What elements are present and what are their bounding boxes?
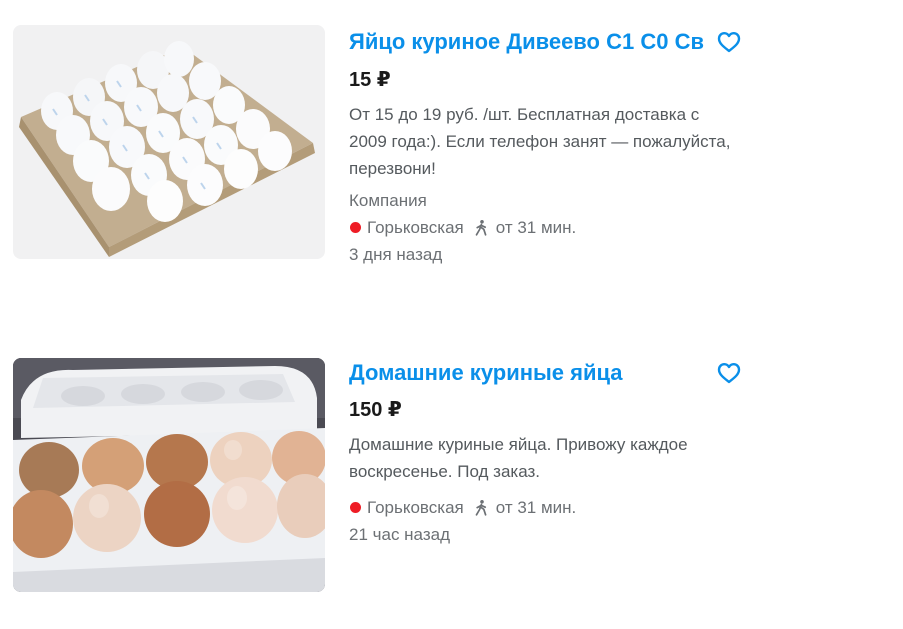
listing-title[interactable]: Домашние куриные яйца — [349, 357, 709, 389]
eggs-carton-image — [13, 358, 325, 592]
walking-person-icon — [475, 219, 487, 236]
title-row: Домашние куриные яйца — [349, 357, 749, 389]
listing-info: Домашние куриные яйца 150 ₽ Домашние кур… — [349, 357, 749, 548]
seller-type: Компания — [349, 191, 427, 210]
listing-photo[interactable] — [13, 358, 325, 592]
metro-line-dot-icon — [350, 502, 361, 513]
listing-title[interactable]: Яйцо куриное Дивеево С1 С0 Св — [349, 26, 709, 58]
walking-person-icon — [475, 499, 487, 516]
listing-description: От 15 до 19 руб. /шт. Бесплатная доставк… — [349, 105, 731, 178]
metro-station: Горьковская — [367, 498, 464, 517]
listing-price: 15 ₽ — [349, 69, 391, 91]
listing-item: Яйцо куриное Дивеево С1 С0 Св 15 ₽ От 15… — [0, 0, 903, 330]
heart-outline-icon[interactable] — [715, 359, 743, 387]
metro-line-dot-icon — [350, 222, 361, 233]
heart-outline-icon[interactable] — [715, 28, 743, 56]
listing-description: Домашние куриные яйца. Привожу каждое во… — [349, 435, 688, 481]
eggs-tray-image — [13, 25, 325, 259]
listing-info: Яйцо куриное Дивеево С1 С0 Св 15 ₽ От 15… — [349, 26, 749, 268]
listing-item: Домашние куриные яйца 150 ₽ Домашние кур… — [0, 330, 903, 629]
walk-time: от 31 мин. — [495, 498, 577, 517]
metro-station: Горьковская — [367, 218, 464, 237]
listing-photo[interactable] — [13, 25, 325, 259]
walk-time: от 31 мин. — [495, 218, 577, 237]
listing-price: 150 ₽ — [349, 399, 402, 421]
listing-date: 21 час назад — [349, 525, 450, 544]
metro-location: Горьковская от 31 мин. — [349, 494, 749, 521]
metro-location: Горьковская от 31 мин. — [349, 214, 749, 241]
listing-date: 3 дня назад — [349, 245, 443, 264]
title-row: Яйцо куриное Дивеево С1 С0 Св — [349, 26, 749, 58]
